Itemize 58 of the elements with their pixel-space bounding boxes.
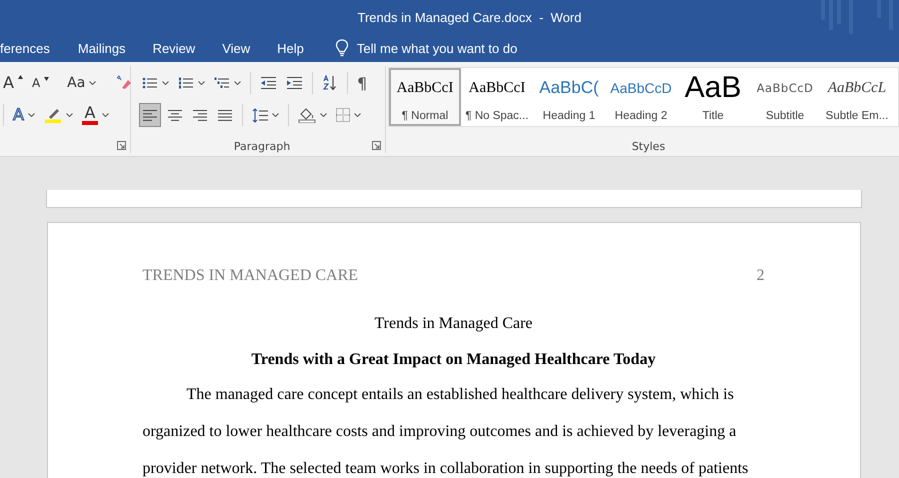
- document-heading: Trends with a Great Impact on Managed Healthcare Today: [250, 351, 657, 369]
- tell-me-search[interactable]: Tell me what you want to do: [334, 39, 518, 57]
- highlighter-icon: [44, 107, 62, 123]
- caret-icon: [66, 113, 73, 117]
- style-item[interactable]: AaBbCcD Heading 2: [605, 68, 677, 126]
- caret-icon: [320, 113, 327, 117]
- page-number: 2: [756, 267, 764, 285]
- caret-icon: [234, 81, 241, 85]
- multilevel-list-icon: [214, 76, 230, 90]
- caret-icon: [89, 81, 96, 85]
- window-title: Trends in Managed Care.docx - Word: [358, 10, 582, 24]
- ribbon-tab[interactable]: Mailings: [78, 36, 126, 60]
- borders-icon: [336, 108, 350, 122]
- ribbon-tab[interactable]: Review: [152, 36, 196, 60]
- style-item[interactable]: AaBbCcL Subtle Em...: [821, 68, 893, 126]
- align-icon: [193, 108, 207, 122]
- down-triangle-icon: [44, 77, 50, 81]
- ribbon-tab[interactable]: Help: [277, 36, 304, 60]
- show-formatting-button[interactable]: ¶: [354, 72, 370, 94]
- dialog-launcher-icon[interactable]: [372, 141, 381, 150]
- align-icon: [143, 108, 157, 122]
- align-icon: [218, 108, 232, 122]
- caret-icon: [162, 81, 169, 85]
- caret-icon: [198, 81, 205, 85]
- font-color-button[interactable]: A: [78, 103, 112, 127]
- shrink-font-button[interactable]: A: [28, 75, 52, 91]
- style-item[interactable]: AaBbCcI ¶ Normal: [389, 68, 461, 126]
- paint-bucket-icon: [298, 107, 316, 123]
- caret-icon: [28, 113, 35, 117]
- align-icon: [168, 108, 182, 122]
- caret-icon: [272, 113, 279, 117]
- ribbon-tab[interactable]: View: [222, 36, 250, 60]
- grow-font-button[interactable]: A: [0, 73, 26, 93]
- decrease-indent-icon[interactable]: [260, 76, 277, 90]
- align-button[interactable]: [139, 103, 161, 127]
- up-triangle-icon: [18, 75, 23, 79]
- borders-button[interactable]: [333, 106, 364, 124]
- numbered-list-icon: [178, 76, 194, 90]
- lightbulb-icon: [334, 39, 349, 57]
- style-item[interactable]: AaB Title: [677, 68, 749, 126]
- style-item[interactable]: AaBbCcI ¶ No Spac...: [461, 68, 533, 126]
- document-title: Trends in Managed Care: [373, 315, 534, 333]
- ribbon-tab[interactable]: ferences: [0, 36, 50, 60]
- style-item[interactable]: AaBbC( Heading 1: [533, 68, 605, 126]
- body-paragraph: The managed care concept entails an established healthcare delivery system, which is organized to lower healthcare costs and improving outcomes and is achieved by leveraging a provider network. The selected team works in collaboration in supporting the needs of patients: [142, 385, 750, 478]
- caret-icon: [354, 113, 361, 117]
- dialog-launcher-icon[interactable]: [117, 141, 126, 150]
- style-item[interactable]: AaBbCcD Subtitle: [749, 68, 821, 126]
- bullet-list-icon: [142, 76, 158, 90]
- sort-icon[interactable]: [322, 75, 338, 91]
- line-spacing-icon: [252, 108, 268, 122]
- eraser-icon[interactable]: [114, 75, 132, 91]
- group-label: Paragraph: [234, 140, 290, 152]
- group-label: Styles: [632, 140, 666, 153]
- change-case-button[interactable]: Aa: [64, 74, 100, 92]
- running-header: TRENDS IN MANAGED CARE: [142, 267, 358, 285]
- caret-icon: [102, 113, 109, 117]
- increase-indent-icon[interactable]: [286, 76, 303, 90]
